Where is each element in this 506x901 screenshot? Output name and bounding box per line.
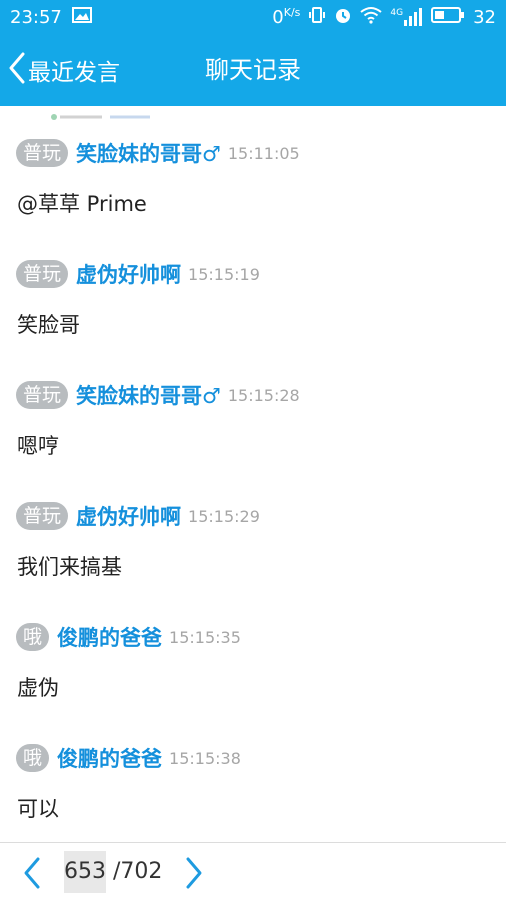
status-time: 23:57 (10, 6, 62, 28)
member-badge: 普玩 (16, 260, 69, 288)
status-bar: 23:57 0 K/s 4G 32 (0, 0, 506, 34)
net-speed: 0 K/s (272, 7, 300, 28)
message-text: 嗯哼 (17, 434, 59, 458)
back-button[interactable]: 最近发言 (8, 51, 120, 89)
message-meta: 普玩 虚伪好帅啊 15:15:19 (16, 259, 260, 289)
message-time: 15:15:28 (227, 385, 300, 405)
message-meta: 普玩 笑脸妹的哥哥♂ 15:11:05 (16, 138, 300, 168)
page-number-field[interactable]: 653 (64, 851, 106, 893)
message-list: 普玩 笑脸妹的哥哥♂ 15:11:05 @草草 Prime 普玩 虚伪好帅啊 1… (0, 118, 506, 844)
battery-level: 32 (473, 6, 496, 28)
message-meta: 普玩 笑脸妹的哥哥♂ 15:15:28 (16, 380, 300, 410)
sender-name[interactable]: 俊鹏的爸爸 (57, 743, 162, 773)
message-text: 我们来搞基 (17, 555, 122, 579)
vibrate-icon (308, 6, 326, 29)
message-meta: 哦 俊鹏的爸爸 15:15:35 (16, 622, 241, 652)
back-label: 最近发言 (28, 60, 120, 86)
wifi-icon (360, 6, 383, 29)
sender-name[interactable]: 虚伪好帅啊 (76, 501, 181, 531)
sender-name[interactable]: 虚伪好帅啊 (76, 259, 181, 289)
alarm-icon (334, 6, 352, 29)
sender-name[interactable]: 笑脸妹的哥哥♂ (76, 138, 221, 168)
member-badge: 哦 (16, 623, 50, 651)
message-item: 普玩 虚伪好帅啊 15:15:29 我们来搞基 (0, 481, 506, 602)
message-text: 笑脸哥 (17, 313, 80, 337)
next-page-icon[interactable] (180, 856, 208, 890)
message-time: 15:11:05 (227, 143, 300, 163)
title-bar: 最近发言 聊天记录 (0, 34, 506, 106)
back-chevron-icon (8, 52, 26, 88)
message-text: @草草 Prime (17, 192, 147, 216)
message-meta: 哦 俊鹏的爸爸 15:15:38 (16, 743, 241, 773)
message-time: 15:15:29 (188, 506, 260, 526)
message-text: 可以 (17, 797, 59, 821)
member-badge: 普玩 (16, 381, 69, 409)
network-type: 4G (390, 8, 404, 18)
member-badge: 普玩 (16, 502, 69, 530)
message-item: 哦 俊鹏的爸爸 15:15:35 虚伪 (0, 602, 506, 723)
status-right: 0 K/s 4G 32 (272, 6, 496, 29)
header-image (48, 107, 158, 120)
sender-name[interactable]: 俊鹏的爸爸 (57, 622, 162, 652)
message-item: 普玩 笑脸妹的哥哥♂ 15:15:28 嗯哼 (0, 360, 506, 481)
member-badge: 哦 (16, 744, 50, 772)
message-time: 15:15:38 (169, 748, 241, 768)
message-time: 15:15:19 (188, 264, 260, 284)
page-total: /702 (113, 859, 163, 884)
prev-page-icon[interactable] (18, 856, 46, 890)
message-text: 虚伪 (17, 676, 59, 700)
image-icon (71, 6, 92, 28)
pagination-bar: 653 /702 (0, 842, 506, 901)
signal-icon: 4G (390, 8, 423, 26)
message-item: 普玩 虚伪好帅啊 15:15:19 笑脸哥 (0, 239, 506, 360)
message-item: 普玩 笑脸妹的哥哥♂ 15:11:05 @草草 Prime (0, 118, 506, 239)
member-badge: 普玩 (16, 139, 69, 167)
sender-name[interactable]: 笑脸妹的哥哥♂ (76, 380, 221, 410)
message-meta: 普玩 虚伪好帅啊 15:15:29 (16, 501, 260, 531)
net-speed-value: 0 (272, 6, 284, 28)
status-left: 23:57 (10, 6, 92, 28)
battery-icon (431, 6, 465, 29)
message-item: 哦 俊鹏的爸爸 15:15:38 可以 (0, 723, 506, 844)
message-time: 15:15:35 (169, 627, 241, 647)
net-speed-unit: K/s (283, 5, 301, 19)
